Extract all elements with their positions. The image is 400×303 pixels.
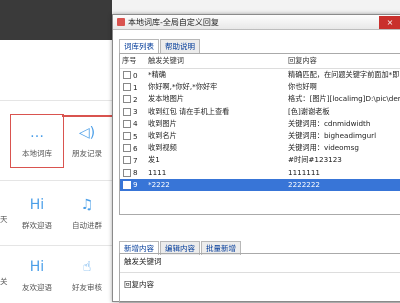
reply-field[interactable]: 回复内容 — [120, 273, 400, 296]
row-checkbox[interactable] — [123, 156, 131, 165]
tile-friend-welcome[interactable]: Hi 友欢迎语 — [12, 250, 62, 300]
row-reply: 你也好啊 — [288, 82, 317, 92]
row-index-label: 7 — [133, 155, 138, 165]
table-row[interactable]: 8 1111 1111111 — [120, 167, 400, 179]
col-index[interactable]: 序号 — [120, 56, 148, 66]
table-row[interactable]: 1 你好啊,*你好,*你好牢 你也好啊 — [120, 81, 400, 93]
dialog-title: 本地词库-全局自定义回复 — [128, 17, 219, 27]
row-keyword: 发1 — [148, 155, 160, 165]
row-index: 5 — [120, 132, 148, 141]
row-index: 9 — [120, 180, 148, 189]
tile-auto-join-group[interactable]: ♫ 自动进群 — [62, 188, 112, 238]
row-index: 8 — [120, 168, 148, 177]
row-index-label: 5 — [133, 131, 138, 141]
row-index-label: 4 — [133, 119, 138, 129]
row-keyword: 发本地图片 — [148, 94, 184, 104]
table-row[interactable]: 5 收到名片 关键词用：bigheadimgurl — [120, 130, 400, 142]
close-icon[interactable]: × — [379, 15, 400, 29]
row-index-label: 6 — [133, 143, 138, 153]
row-checkbox[interactable] — [123, 83, 131, 92]
lexicon-list[interactable]: 序号 触发关键词 回复内容 0 *精确 精确匹配，在问题关键字前面加*即 1 你好啊,*… — [119, 53, 400, 215]
row-reply: 2222222 — [288, 180, 321, 190]
row-keyword: 收到名片 — [148, 131, 177, 141]
col-reply[interactable]: 回复内容 — [288, 56, 400, 66]
row-index: 1 — [120, 83, 148, 92]
row-reply: 精确匹配，在问题关键字前面加*即 — [288, 70, 400, 80]
hi-icon: Hi — [29, 197, 45, 213]
tile-label: 友欢迎语 — [22, 283, 52, 292]
speaker-icon: ◁) — [78, 125, 96, 141]
table-row[interactable]: 9 *2222 2222222 — [120, 178, 400, 191]
partial-label: 天 — [0, 215, 8, 224]
row-index-label: 8 — [133, 168, 138, 178]
table-row[interactable]: 0 *精确 精确匹配，在问题关键字前面加*即 — [120, 69, 400, 81]
row-index: 7 — [120, 156, 148, 165]
tile-label: 群欢迎语 — [22, 221, 52, 230]
tab-lexicon-list[interactable]: 词库列表 — [119, 39, 159, 53]
divider — [0, 100, 112, 101]
row-reply: 关键词用：cdnmidwidth — [288, 118, 371, 128]
row-reply: #时间#123123 — [288, 155, 342, 165]
partial-label: 关 — [0, 277, 8, 286]
row-index: 6 — [120, 144, 148, 153]
row-keyword: 收到红包 请在手机上查看 — [148, 106, 230, 116]
tap-icon: ☝ — [82, 259, 92, 275]
row-checkbox[interactable] — [123, 180, 131, 189]
row-keyword: 1111 — [148, 168, 167, 178]
edit-panel: 触发关键词 回复内容 — [119, 253, 400, 303]
row-reply: 1111111 — [288, 168, 321, 178]
top-tabs: 词库列表 帮助说明 — [119, 39, 201, 53]
divider — [0, 180, 112, 181]
row-index-label: 0 — [133, 70, 138, 80]
table-row[interactable]: 3 收到红包 请在手机上查看 [色]谢谢老板 — [120, 106, 400, 118]
bell-icon: ♫ — [80, 197, 94, 213]
row-keyword: *2222 — [148, 180, 170, 190]
app-icon — [117, 18, 125, 26]
table-row[interactable]: 7 发1 #时间#123123 — [120, 154, 400, 166]
row-checkbox[interactable] — [123, 144, 131, 153]
divider — [0, 245, 112, 246]
row-index-label: 1 — [133, 82, 138, 92]
col-keyword[interactable]: 触发关键词 — [148, 56, 288, 66]
tile-group-welcome[interactable]: Hi 群欢迎语 — [12, 188, 62, 238]
table-row[interactable]: 4 收到图片 关键词用：cdnmidwidth — [120, 118, 400, 130]
row-checkbox[interactable] — [123, 95, 131, 104]
row-index: 3 — [120, 107, 148, 116]
row-checkbox[interactable] — [123, 132, 131, 141]
row-index-label: 3 — [133, 107, 138, 117]
row-index: 0 — [120, 71, 148, 80]
row-reply: 格式：[图片][localimg]D:\pic\demo — [288, 94, 400, 104]
row-keyword: 收到视频 — [148, 143, 177, 153]
row-index-label: 2 — [133, 94, 138, 104]
row-reply: [色]谢谢老板 — [288, 106, 330, 116]
list-header: 序号 触发关键词 回复内容 — [120, 54, 400, 69]
table-row[interactable]: 6 收到视频 关键词用：videomsg — [120, 142, 400, 154]
tile-friend-review[interactable]: ☝ 好友审核 — [62, 250, 112, 300]
row-reply: 关键词用：videomsg — [288, 143, 359, 153]
hi-icon: Hi — [29, 259, 45, 275]
row-checkbox[interactable] — [123, 71, 131, 80]
row-index: 2 — [120, 95, 148, 104]
row-checkbox[interactable] — [123, 107, 131, 116]
row-keyword: *精确 — [148, 70, 166, 80]
tile-label: 好友审核 — [72, 283, 102, 292]
lexicon-dialog: 本地词库-全局自定义回复 × 词库列表 帮助说明 序号 触发关键词 回复内容 0… — [112, 14, 400, 303]
highlight-box — [10, 114, 64, 168]
row-index: 4 — [120, 119, 148, 128]
keyword-field[interactable]: 触发关键词 — [120, 254, 400, 273]
tile-label: 朋友记录 — [72, 149, 102, 158]
dialog-titlebar[interactable]: 本地词库-全局自定义回复 × — [113, 15, 400, 30]
row-index-label: 9 — [133, 180, 138, 190]
row-reply: 关键词用：bigheadimgurl — [288, 131, 377, 141]
tile-friend-record[interactable]: ◁) 朋友记录 — [62, 116, 112, 166]
row-keyword: 收到图片 — [148, 118, 177, 128]
row-checkbox[interactable] — [123, 168, 131, 177]
row-keyword: 你好啊,*你好,*你好牢 — [148, 82, 218, 92]
tile-label: 自动进群 — [72, 221, 102, 230]
tab-help[interactable]: 帮助说明 — [160, 39, 200, 53]
table-row[interactable]: 2 发本地图片 格式：[图片][localimg]D:\pic\demo — [120, 93, 400, 105]
app-header-dark — [0, 0, 112, 40]
row-checkbox[interactable] — [123, 119, 131, 128]
